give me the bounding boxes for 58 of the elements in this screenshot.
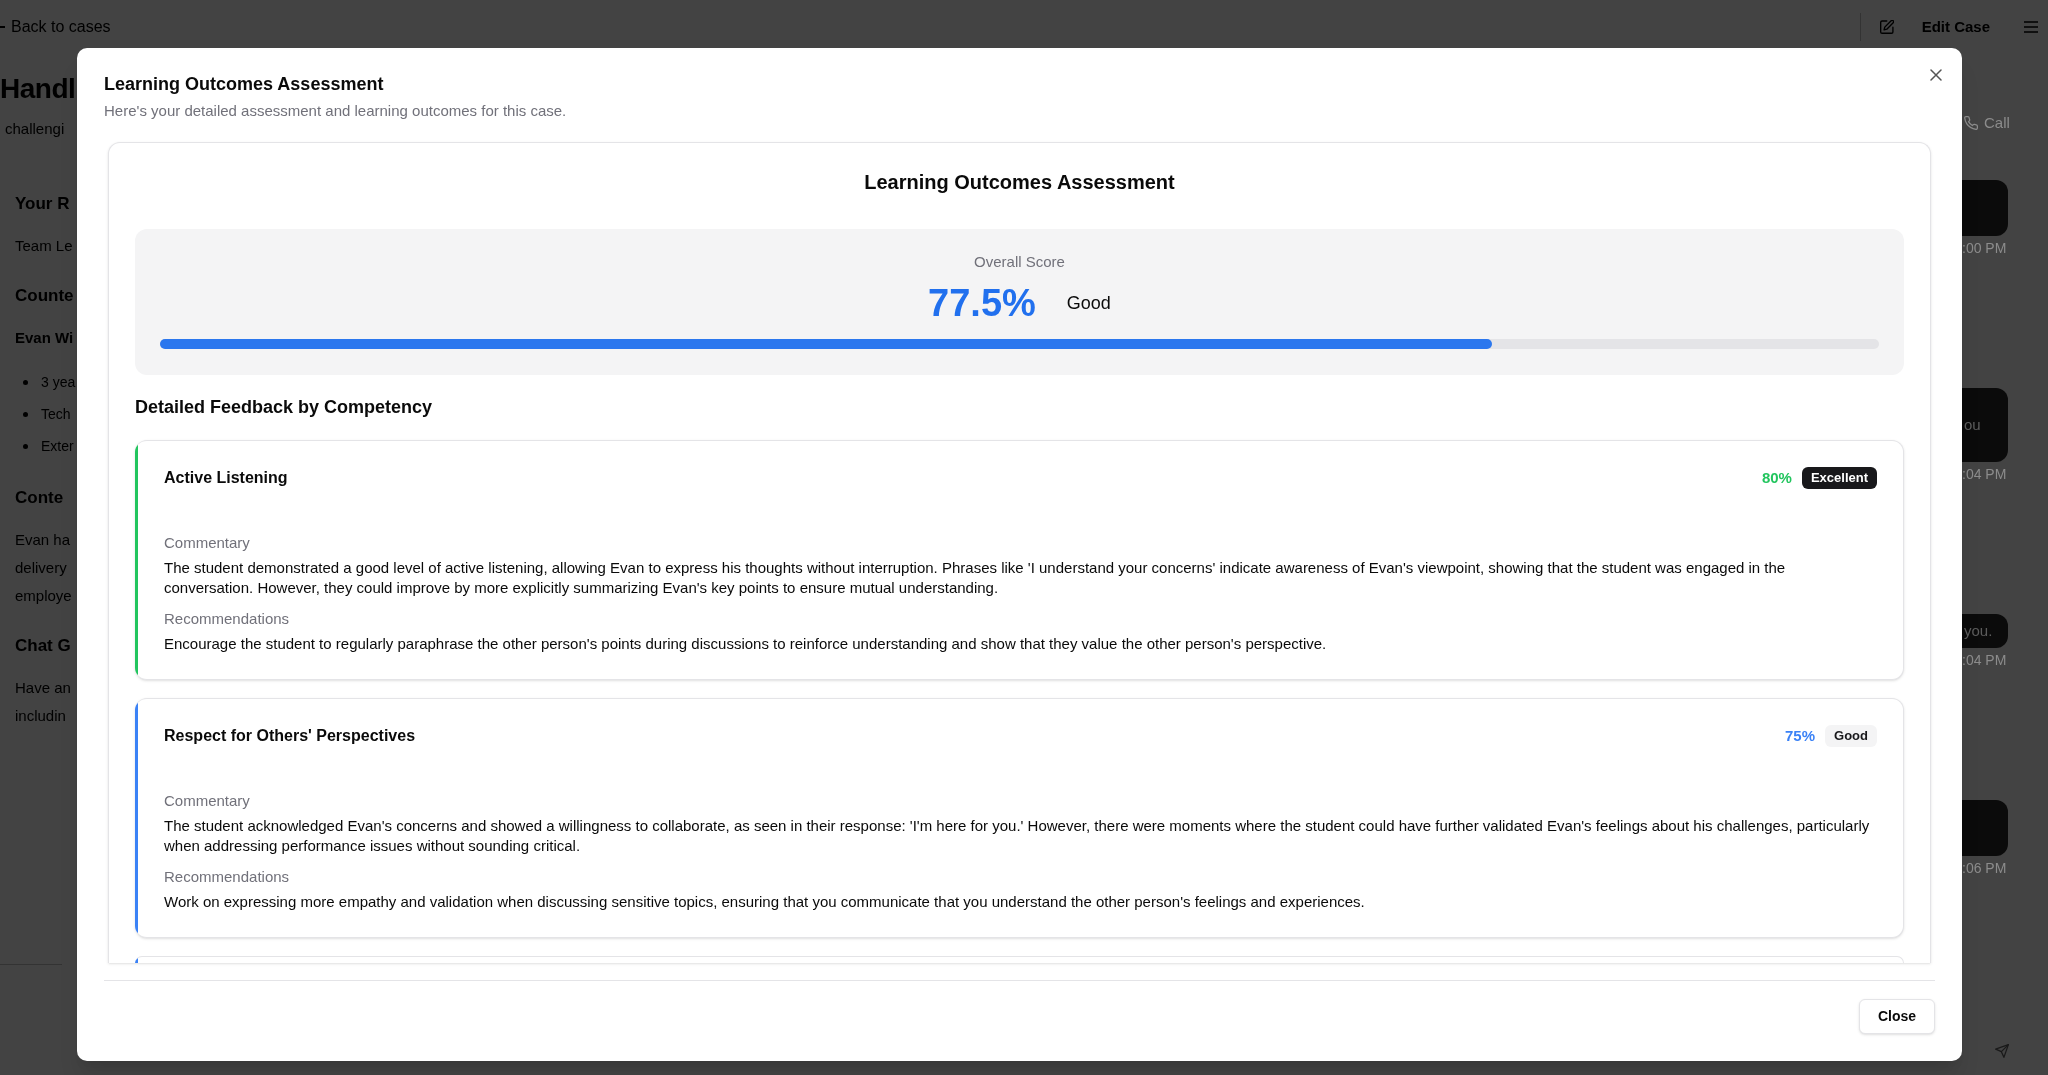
message-bubble	[1962, 180, 2008, 236]
case-title: Handl	[0, 72, 76, 106]
section-heading: Counte	[15, 285, 74, 307]
rating-badge: Good	[1825, 725, 1877, 747]
competency-score: 80%	[1761, 468, 1792, 488]
body-text: includin	[15, 706, 66, 726]
recommendation-text: Encourage the student to regularly paraphrase the other person's points during discussions to reinforce understanding and show that they value the other person's perspective.	[164, 634, 1328, 654]
competency-name: Respect for Others' Perspectives	[164, 726, 417, 746]
competency-name: Active Listening	[164, 468, 289, 488]
body-text: employe	[15, 586, 72, 606]
overall-score: 77.5%	[928, 281, 1036, 325]
message-text: ou	[1964, 415, 1981, 435]
list-item-text: Tech	[41, 405, 71, 424]
case-subtitle: challengi	[5, 119, 65, 139]
send-icon[interactable]	[1995, 1044, 2009, 1058]
rating-badge: Excellent	[1801, 467, 1877, 489]
score-label: Overall Score	[974, 252, 1065, 272]
section-label: Commentary	[164, 533, 251, 553]
body-text: Have an	[15, 678, 71, 698]
message-time: :06 PM	[1962, 859, 2007, 877]
close-button[interactable]: Close	[1858, 999, 1935, 1034]
body-text: Evan ha	[15, 530, 71, 550]
message-time: :04 PM	[1962, 651, 2007, 669]
feedback-heading: Detailed Feedback by Competency	[135, 396, 433, 419]
dash-icon	[0, 26, 5, 28]
report-title: Learning Outcomes Assessment	[864, 170, 1175, 195]
section-heading: Conte	[15, 487, 64, 509]
phone-icon	[1964, 116, 1978, 130]
message-text: you.	[1964, 621, 1993, 641]
body-text: delivery	[15, 558, 67, 578]
close-icon[interactable]	[1930, 69, 1942, 81]
commentary-text: The student acknowledged Evan's concerns and showed a willingness to collaborate, as seen in their response: 'I'm here for you.' However, there were moments where the student could have further validated Evan's feelings about his challenges, particularly when addressing performance issues without sounding critical.	[164, 816, 1871, 856]
counterpart-name: Evan Wi	[15, 328, 74, 348]
bullet-icon	[23, 411, 28, 417]
call-button[interactable]: Call	[1964, 113, 2010, 133]
edit-icon[interactable]	[1879, 20, 1894, 34]
section-heading: Your R	[15, 193, 70, 215]
message-time: :00 PM	[1962, 239, 2007, 257]
dialog-description: Here's your detailed assessment and learning outcomes for this case.	[104, 101, 567, 121]
back-link[interactable]: Back to cases	[0, 17, 111, 37]
menu-icon[interactable]	[2024, 21, 2038, 33]
section-label: Recommendations	[164, 867, 291, 887]
recommendation-text: Work on expressing more empathy and validation when discussing sensitive topics, ensuring that you communicate that you understand the other person's feelings and experiences.	[164, 892, 1366, 912]
list-item-text: Exter	[41, 437, 74, 456]
edit-case-button[interactable]: Edit Case	[1921, 17, 1990, 37]
section-label: Recommendations	[164, 609, 291, 629]
list-item-text: 3 yea	[41, 373, 76, 392]
body-text: Team Le	[15, 236, 73, 256]
message-time: :04 PM	[1962, 465, 2007, 483]
commentary-text: The student demonstrated a good level of active listening, allowing Evan to express his thoughts without interruption. Phrases like 'I understand your concerns' indicate awareness of Evan's viewpoint, showing that the student was engaged in the conversation. However, they could improve by more explicitly summarizing Evan's key points to ensure mutual understanding.	[164, 558, 1787, 598]
section-label: Commentary	[164, 791, 251, 811]
bullet-icon	[23, 443, 28, 449]
overall-rating: Good	[1066, 292, 1111, 315]
dialog-title: Learning Outcomes Assessment	[104, 73, 384, 96]
competency-score: 75%	[1785, 726, 1816, 746]
message-bubble	[1962, 800, 2008, 856]
section-heading: Chat G	[15, 635, 71, 657]
bullet-icon	[23, 379, 28, 385]
